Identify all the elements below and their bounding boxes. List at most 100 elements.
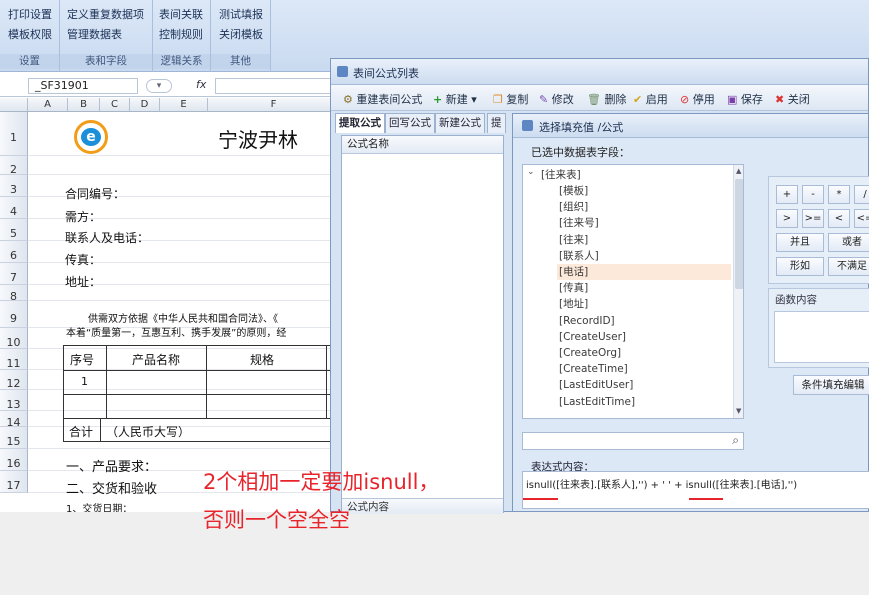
row-header[interactable]: 4 bbox=[0, 197, 28, 219]
formula-list[interactable]: 公式名称 公式内容 bbox=[341, 135, 504, 514]
row-header[interactable]: 6 bbox=[0, 241, 28, 263]
like-key[interactable]: 形如 bbox=[776, 257, 824, 276]
disable-label: 停用 bbox=[692, 93, 715, 106]
template-permission-button[interactable]: 模板权限 bbox=[8, 26, 52, 42]
test-fill-button[interactable]: 测试填报 bbox=[219, 6, 263, 22]
buyer-label: 需方： bbox=[65, 210, 102, 224]
row-header[interactable]: 15 bbox=[0, 427, 28, 449]
tree-field-item[interactable]: [往来] bbox=[557, 232, 590, 248]
new-button[interactable]: + 新建 ▾ bbox=[433, 91, 477, 107]
delete-button[interactable]: 🗑 删除 bbox=[587, 91, 626, 107]
tree-field-item[interactable]: [CreateUser] bbox=[557, 329, 628, 345]
row-header[interactable]: 8 bbox=[0, 285, 28, 303]
column-header[interactable]: E bbox=[160, 98, 208, 112]
plus-key[interactable]: + bbox=[776, 185, 798, 204]
edit-button[interactable]: ✎ 修改 bbox=[539, 91, 574, 107]
tree-field-item[interactable]: [CreateOrg] bbox=[557, 345, 623, 361]
tree-field-item[interactable]: [LastEditTime] bbox=[557, 394, 637, 410]
greater-key[interactable]: > bbox=[776, 209, 798, 228]
scroll-thumb[interactable] bbox=[735, 179, 743, 289]
tab-writeback-formula[interactable]: 回写公式 bbox=[385, 113, 435, 133]
column-header[interactable]: C bbox=[100, 98, 130, 112]
control-rules-button[interactable]: 控制规则 bbox=[159, 26, 203, 42]
row-header[interactable]: 14 bbox=[0, 411, 28, 429]
tree-field-item[interactable]: [LastEditUser] bbox=[557, 377, 635, 393]
row-header[interactable]: 11 bbox=[0, 349, 28, 370]
tree-field-item[interactable]: [电话] bbox=[557, 264, 731, 280]
background-band bbox=[0, 512, 869, 595]
column-header[interactable]: B bbox=[68, 98, 100, 112]
expression-input[interactable]: isnull([往来表].[联系人],'') + ' ' + isnull([往… bbox=[522, 471, 869, 509]
row-header[interactable]: 17 bbox=[0, 471, 28, 493]
condition-fill-edit-button[interactable]: 条件填充编辑 bbox=[793, 375, 869, 395]
row-header[interactable]: 9 bbox=[0, 301, 28, 328]
tree-field-item[interactable]: [CreateTime] bbox=[557, 361, 630, 377]
field-search-input[interactable]: ⌕ bbox=[522, 432, 744, 450]
tree-field-item[interactable]: [RecordID] bbox=[557, 313, 617, 329]
enable-button[interactable]: ✔ 启用 bbox=[633, 91, 668, 107]
tree-field-item[interactable]: [模板] bbox=[557, 183, 590, 199]
formula-input[interactable] bbox=[215, 78, 340, 94]
annotation-line-1: 2个相加一定要加isnull， bbox=[203, 470, 440, 494]
tree-root[interactable]: [往来表] bbox=[539, 167, 583, 183]
field-tree[interactable]: ⌄ [往来表] [模板] [组织] [往来号] [往来] [联系人] [电话] [传真] [地… bbox=[522, 164, 744, 419]
rebuild-formula-button[interactable]: ⚙ 重建表间公式 bbox=[343, 91, 422, 107]
row-header[interactable]: 3 bbox=[0, 175, 28, 197]
not-match-key[interactable]: 不满足 bbox=[828, 257, 869, 276]
column-header[interactable]: A bbox=[28, 98, 68, 112]
row-header[interactable]: 13 bbox=[0, 390, 28, 411]
expand-dropdown[interactable]: ▾ bbox=[146, 79, 172, 93]
greater-equal-key[interactable]: >= bbox=[802, 209, 824, 228]
check-icon: ✔ bbox=[633, 93, 643, 106]
divide-key[interactable]: / bbox=[854, 185, 869, 204]
save-button[interactable]: ▣ 保存 bbox=[727, 91, 763, 107]
tab-extract-formula[interactable]: 提取公式 bbox=[335, 113, 385, 133]
cell-reference-box[interactable]: _SF31901 bbox=[28, 78, 138, 94]
tree-field-item[interactable]: [地址] bbox=[557, 296, 590, 312]
fx-icon[interactable]: fx bbox=[196, 78, 206, 91]
disable-button[interactable]: ⊘ 停用 bbox=[680, 91, 715, 107]
tree-field-item[interactable]: [传真] bbox=[557, 280, 590, 296]
tab-new-formula[interactable]: 新建公式 bbox=[435, 113, 485, 133]
row-header[interactable]: 1 bbox=[0, 112, 28, 156]
select-all-corner[interactable] bbox=[0, 98, 28, 112]
or-key[interactable]: 或者 bbox=[828, 233, 869, 252]
define-repeat-items-button[interactable]: 定义重复数据项 bbox=[67, 6, 144, 22]
row-header[interactable]: 7 bbox=[0, 263, 28, 285]
list-column-header: 公式名称 bbox=[342, 136, 503, 154]
less-key[interactable]: < bbox=[828, 209, 850, 228]
multiply-key[interactable]: * bbox=[828, 185, 850, 204]
table-relation-button[interactable]: 表间关联 bbox=[159, 6, 203, 22]
close-template-button[interactable]: 关闭模板 bbox=[219, 26, 263, 42]
dialog-icon bbox=[522, 120, 533, 131]
scroll-down-icon[interactable]: ▼ bbox=[736, 407, 741, 415]
row-header[interactable]: 5 bbox=[0, 219, 28, 241]
collapse-arrow-icon[interactable]: ⌄ bbox=[527, 167, 535, 177]
column-header[interactable]: D bbox=[130, 98, 160, 112]
search-icon[interactable]: ⌕ bbox=[732, 433, 739, 448]
tree-scrollbar[interactable]: ▲ ▼ bbox=[733, 165, 743, 418]
function-content-box[interactable] bbox=[774, 311, 869, 363]
chevron-down-icon[interactable]: ▾ bbox=[471, 93, 477, 106]
manage-data-table-button[interactable]: 管理数据表 bbox=[67, 26, 122, 42]
scroll-up-icon[interactable]: ▲ bbox=[736, 167, 741, 175]
minus-key[interactable]: - bbox=[802, 185, 824, 204]
tab-more[interactable]: 提 bbox=[487, 113, 506, 133]
print-settings-button[interactable]: 打印设置 bbox=[8, 6, 52, 22]
ribbon-group-tables: 定义重复数据项 管理数据表 表和字段 bbox=[60, 0, 153, 72]
and-key[interactable]: 并且 bbox=[776, 233, 824, 252]
row-header[interactable]: 12 bbox=[0, 370, 28, 390]
close-label: 关闭 bbox=[787, 93, 810, 106]
row-header[interactable]: 2 bbox=[0, 156, 28, 176]
column-header[interactable]: F bbox=[208, 98, 340, 112]
less-equal-key[interactable]: <= bbox=[854, 209, 869, 228]
spreadsheet-area[interactable]: A B C D E F 1 2 3 4 5 6 7 8 9 10 11 12 13 14 15 16 17 e … bbox=[0, 98, 340, 512]
tree-field-item[interactable]: [组织] bbox=[557, 199, 590, 215]
close-button[interactable]: ✖ 关闭 bbox=[775, 91, 810, 107]
tree-field-item[interactable]: [联系人] bbox=[557, 248, 601, 264]
copy-button[interactable]: ❐ 复制 bbox=[493, 91, 528, 107]
row-header[interactable]: 16 bbox=[0, 449, 28, 471]
tree-field-item[interactable]: [往来号] bbox=[557, 215, 601, 231]
copy-label: 复制 bbox=[506, 93, 529, 106]
row-header[interactable]: 10 bbox=[0, 328, 28, 349]
